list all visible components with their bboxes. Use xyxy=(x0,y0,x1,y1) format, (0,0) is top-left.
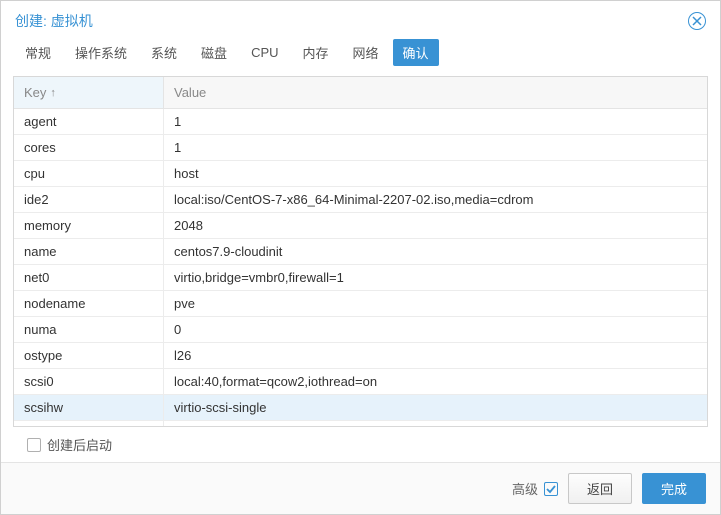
table-row[interactable]: nodenamepve xyxy=(14,291,707,317)
column-header-key[interactable]: Key ↑ xyxy=(14,77,164,108)
start-after-label: 创建后启动 xyxy=(47,435,112,454)
column-label: Key xyxy=(24,85,46,100)
cell-value: virtio-scsi-single xyxy=(164,395,707,420)
cell-key: sockets xyxy=(14,421,164,426)
dialog-title: 创建: 虚拟机 xyxy=(15,11,93,31)
cell-key: cores xyxy=(14,135,164,160)
cell-key: ide2 xyxy=(14,187,164,212)
create-vm-dialog: 创建: 虚拟机 常规操作系统系统磁盘CPU内存网络确认 Key ↑ Value … xyxy=(0,0,721,515)
cell-value: host xyxy=(164,161,707,186)
table-row[interactable]: ostypel26 xyxy=(14,343,707,369)
checkmark-icon xyxy=(546,484,556,494)
tab-6[interactable]: 网络 xyxy=(343,39,389,66)
cell-value: 0 xyxy=(164,317,707,342)
table-row[interactable]: cpuhost xyxy=(14,161,707,187)
cell-key: name xyxy=(14,239,164,264)
table-header: Key ↑ Value xyxy=(14,77,707,109)
cell-key: agent xyxy=(14,109,164,134)
cell-value: 1 xyxy=(164,421,707,426)
cell-value: 2048 xyxy=(164,213,707,238)
table-body[interactable]: agent1cores1cpuhostide2local:iso/CentOS-… xyxy=(14,109,707,426)
cell-value: pve xyxy=(164,291,707,316)
tab-2[interactable]: 系统 xyxy=(141,39,187,66)
cell-key: net0 xyxy=(14,265,164,290)
tab-4[interactable]: CPU xyxy=(241,41,288,64)
cell-value: local:40,format=qcow2,iothread=on xyxy=(164,369,707,394)
dialog-footer: 高级 返回 完成 xyxy=(1,462,720,514)
cell-value: 1 xyxy=(164,135,707,160)
cell-key: memory xyxy=(14,213,164,238)
table-row[interactable]: net0virtio,bridge=vmbr0,firewall=1 xyxy=(14,265,707,291)
close-button[interactable] xyxy=(688,12,706,30)
tab-7[interactable]: 确认 xyxy=(393,39,439,66)
table-row[interactable]: numa0 xyxy=(14,317,707,343)
cell-value: 1 xyxy=(164,109,707,134)
advanced-label: 高级 xyxy=(512,479,538,498)
wizard-tabs: 常规操作系统系统磁盘CPU内存网络确认 xyxy=(1,39,720,76)
column-header-value[interactable]: Value xyxy=(164,77,707,108)
column-label: Value xyxy=(174,85,206,100)
table-row[interactable]: namecentos7.9-cloudinit xyxy=(14,239,707,265)
table-row[interactable]: memory2048 xyxy=(14,213,707,239)
cell-value: centos7.9-cloudinit xyxy=(164,239,707,264)
back-button[interactable]: 返回 xyxy=(568,473,632,504)
table-row[interactable]: ide2local:iso/CentOS-7-x86_64-Minimal-22… xyxy=(14,187,707,213)
table-row[interactable]: cores1 xyxy=(14,135,707,161)
tab-1[interactable]: 操作系统 xyxy=(65,39,137,66)
finish-button[interactable]: 完成 xyxy=(642,473,706,504)
table-row[interactable]: sockets1 xyxy=(14,421,707,426)
cell-key: ostype xyxy=(14,343,164,368)
dialog-titlebar: 创建: 虚拟机 xyxy=(1,1,720,39)
table-row[interactable]: agent1 xyxy=(14,109,707,135)
sort-ascending-icon: ↑ xyxy=(50,87,56,99)
start-after-checkbox[interactable] xyxy=(27,438,41,452)
advanced-checkbox[interactable] xyxy=(544,482,558,496)
start-after-row: 创建后启动 xyxy=(13,427,708,462)
table-row[interactable]: scsi0local:40,format=qcow2,iothread=on xyxy=(14,369,707,395)
dialog-content: Key ↑ Value agent1cores1cpuhostide2local… xyxy=(1,76,720,462)
cell-value: local:iso/CentOS-7-x86_64-Minimal-2207-0… xyxy=(164,187,707,212)
summary-table: Key ↑ Value agent1cores1cpuhostide2local… xyxy=(13,76,708,427)
cell-key: scsi0 xyxy=(14,369,164,394)
table-row[interactable]: scsihwvirtio-scsi-single xyxy=(14,395,707,421)
close-icon xyxy=(692,16,702,26)
cell-key: numa xyxy=(14,317,164,342)
cell-value: virtio,bridge=vmbr0,firewall=1 xyxy=(164,265,707,290)
cell-key: scsihw xyxy=(14,395,164,420)
tab-3[interactable]: 磁盘 xyxy=(191,39,237,66)
tab-5[interactable]: 内存 xyxy=(293,39,339,66)
advanced-toggle: 高级 xyxy=(512,479,558,498)
cell-key: cpu xyxy=(14,161,164,186)
tab-0[interactable]: 常规 xyxy=(15,39,61,66)
cell-key: nodename xyxy=(14,291,164,316)
cell-value: l26 xyxy=(164,343,707,368)
